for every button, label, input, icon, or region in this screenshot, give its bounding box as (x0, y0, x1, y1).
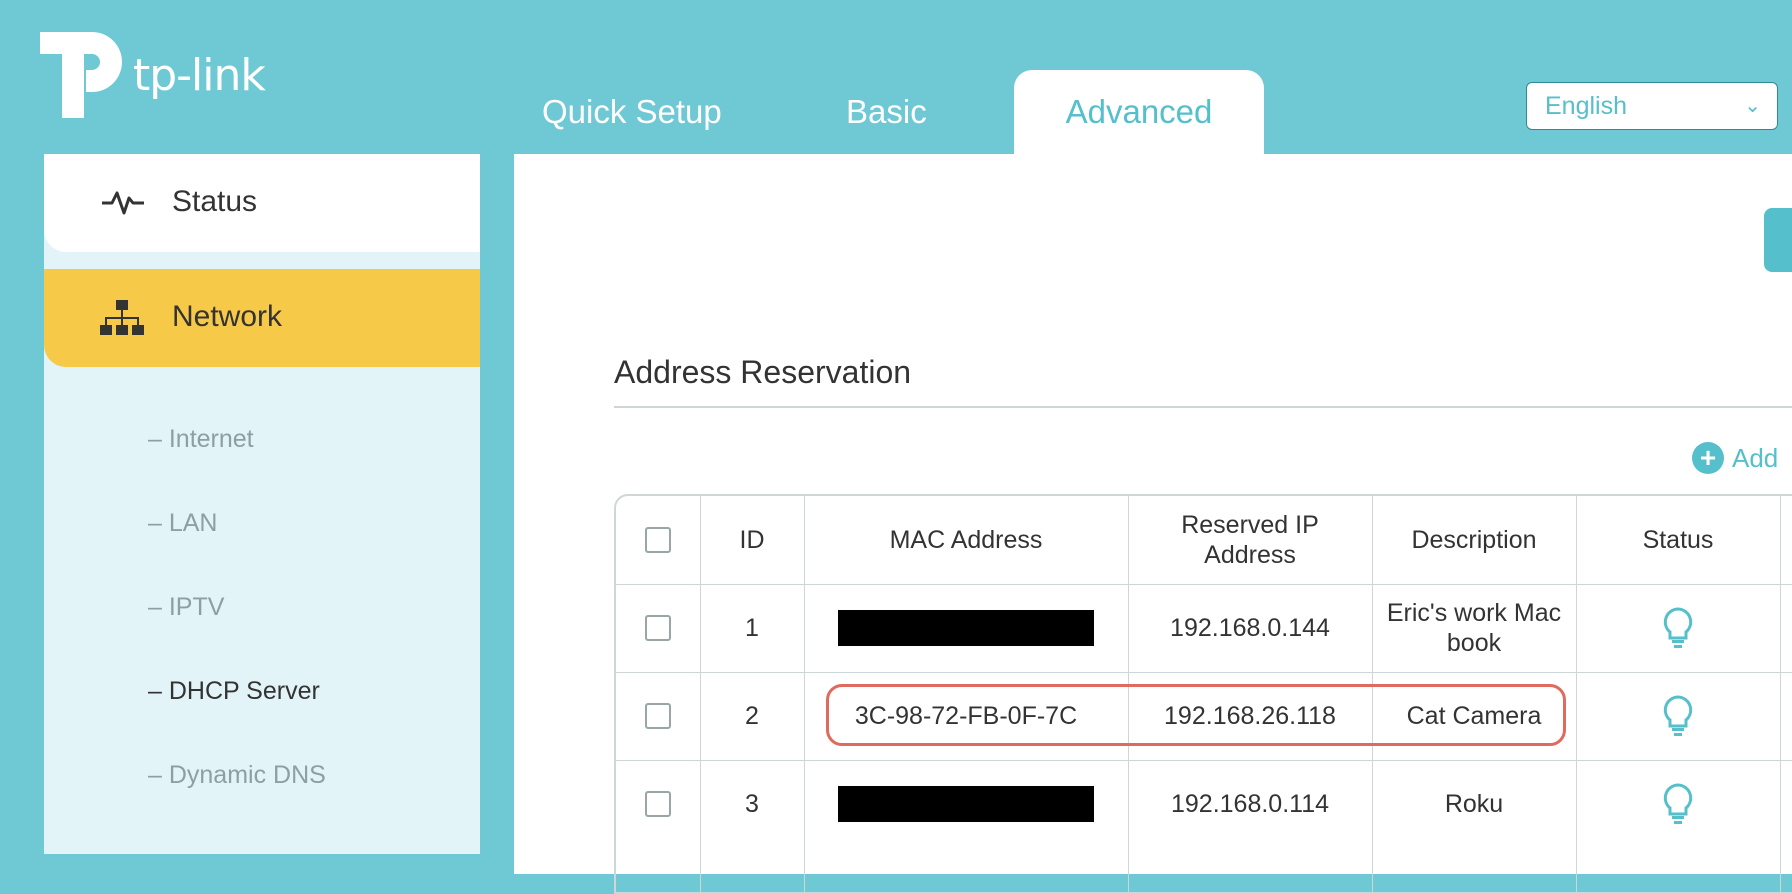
sidebar: Status Network – Internet – LAN – IPTV –… (44, 154, 480, 854)
cell-id: 1 (745, 614, 759, 642)
cell-status (1576, 760, 1780, 848)
chevron-down-icon: ⌄ (1744, 95, 1761, 117)
sidebar-subitem-internet[interactable]: – Internet (148, 425, 254, 454)
sidebar-item-label: Status (172, 185, 258, 218)
highlight-annotation (826, 684, 1566, 746)
network-icon (100, 300, 144, 335)
header-id: ID (739, 526, 765, 554)
row-checkbox-cell (616, 672, 700, 760)
pulse-icon (102, 191, 144, 215)
cell-reserved-ip: 192.168.0.144 (1170, 614, 1330, 642)
lightbulb-icon[interactable] (1661, 782, 1695, 826)
header-status: Status (1642, 526, 1714, 554)
column-divider (1780, 496, 1781, 892)
tab-basic[interactable]: Basic (826, 70, 947, 154)
redacted-block (838, 610, 1094, 646)
cell-status (1576, 672, 1780, 760)
sidebar-item-network[interactable]: Network (44, 269, 480, 367)
logo-text: tp-link (133, 50, 266, 101)
sidebar-item-label: Network (172, 300, 283, 333)
sidebar-subitem-iptv[interactable]: – IPTV (148, 593, 224, 622)
cell-id: 3 (745, 790, 759, 818)
row-checkbox-cell (616, 760, 700, 848)
section-divider (614, 406, 1792, 408)
header-description: Description (1411, 526, 1537, 554)
cell-status (1576, 584, 1780, 672)
cell-reserved-ip: 192.168.0.114 (1170, 790, 1330, 818)
cell-description: Eric's work Mac book (1386, 599, 1562, 657)
cell-id: 2 (745, 702, 759, 730)
cell-mac-address (804, 584, 1128, 672)
header-reserved-ip: Reserved IP Address (1181, 511, 1319, 569)
sidebar-subitem-lan[interactable]: – LAN (148, 509, 217, 538)
row-checkbox[interactable] (645, 615, 671, 641)
cell-mac-address (804, 760, 1128, 848)
cell-description: Roku (1444, 790, 1504, 818)
language-select[interactable]: English ⌄ (1526, 82, 1778, 130)
select-all-cell (616, 496, 700, 584)
lightbulb-icon[interactable] (1661, 694, 1695, 738)
row-checkbox[interactable] (645, 703, 671, 729)
sidebar-subitem-dhcp-server[interactable]: – DHCP Server (148, 677, 320, 706)
action-button[interactable] (1764, 208, 1792, 272)
lightbulb-icon[interactable] (1661, 606, 1695, 650)
header-mac-address: MAC Address (889, 526, 1043, 554)
tp-link-logo-icon (40, 32, 122, 124)
add-label: Add (1732, 442, 1779, 473)
redacted-block (838, 786, 1094, 822)
select-all-checkbox[interactable] (645, 527, 671, 553)
tab-advanced[interactable]: Advanced (1014, 70, 1264, 154)
section-title: Address Reservation (614, 354, 912, 390)
tab-quick-setup[interactable]: Quick Setup (522, 70, 742, 154)
row-checkbox-cell (616, 584, 700, 672)
language-value: English (1545, 92, 1627, 120)
sidebar-subitem-dynamic-dns[interactable]: – Dynamic DNS (148, 761, 326, 790)
sidebar-item-status[interactable]: Status (44, 154, 480, 252)
plus-icon: + (1692, 442, 1724, 474)
add-button[interactable]: + Add (1692, 440, 1778, 476)
row-checkbox[interactable] (645, 791, 671, 817)
